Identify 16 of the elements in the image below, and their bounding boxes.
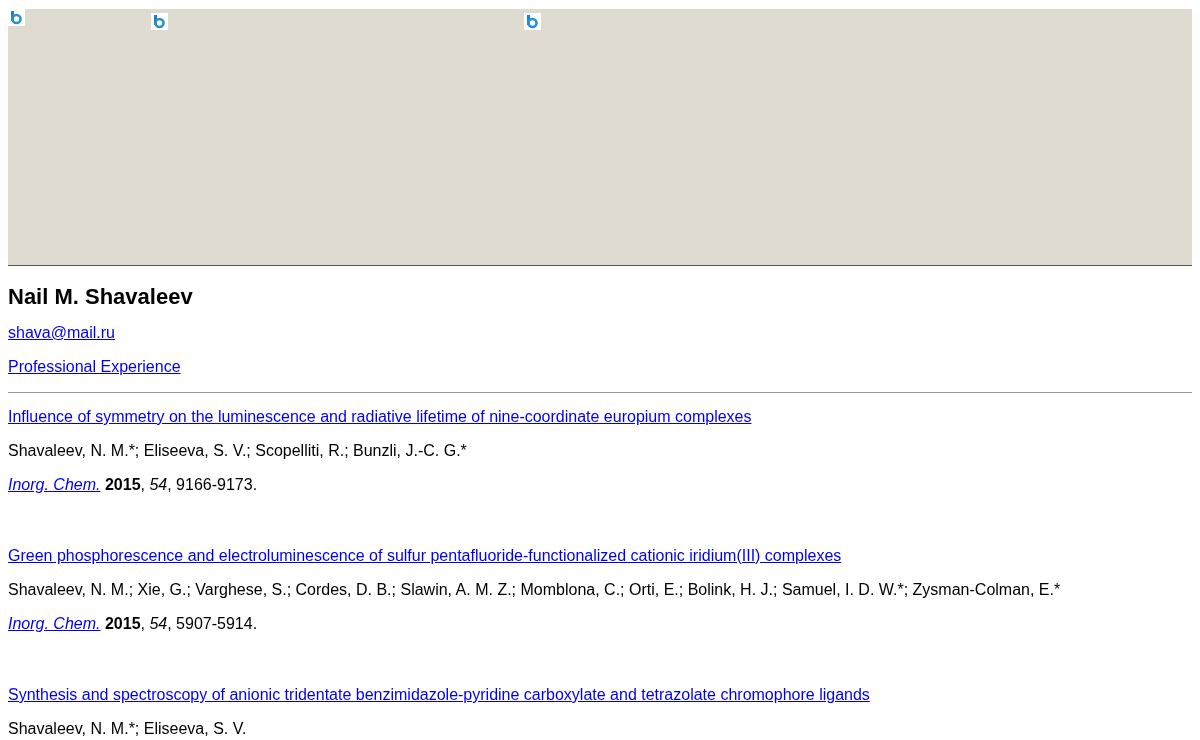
link[interactable]: Professional Experience [8,358,181,375]
link[interactable]: shava@mail.ru [8,324,115,341]
logo-icon [524,13,541,30]
author-list: Shavaleev, N. M.; Xie, G.; Varghese, S.; Cordes, D. B.; Slawin, A. M. Z.; Momblona, C.; Orti, E.; Bolink, H. J.; Samuel, I. D. W.*; Zysman-Colman, E.* [8,581,1192,599]
journal-link[interactable]: Inorg. Chem. [8,615,101,632]
journal-link[interactable]: Inorg. Chem. [8,476,101,493]
citation-details: 2015, 54, 9166-9173. [104,476,258,493]
author-list: Shavaleev, N. M.*; Eliseeva, S. V.; Scopelliti, R.; Bunzli, J.-C. G.* [8,442,1192,460]
logo-icon [151,13,168,30]
author-list: Shavaleev, N. M.*; Eliseeva, S. V. [8,720,1192,738]
logo-icon [8,9,25,26]
citation-details: 2015, 54, 5907-5914. [104,615,258,632]
publication-title-link[interactable]: Green phosphorescence and electroluminescence of sulfur pentafluoride-functionalized cationic iridium(III) complexes [8,547,842,564]
publication-title-link[interactable]: Synthesis and spectroscopy of anionic tridentate benzimidazole-pyridine carboxylate and tetrazolate chromophore ligands [8,686,870,703]
person-name: Nail M. Shavaleev [8,284,194,310]
publication-title-link[interactable]: Influence of symmetry on the luminescence and radiative lifetime of nine-coordinate europium complexes [8,408,752,425]
